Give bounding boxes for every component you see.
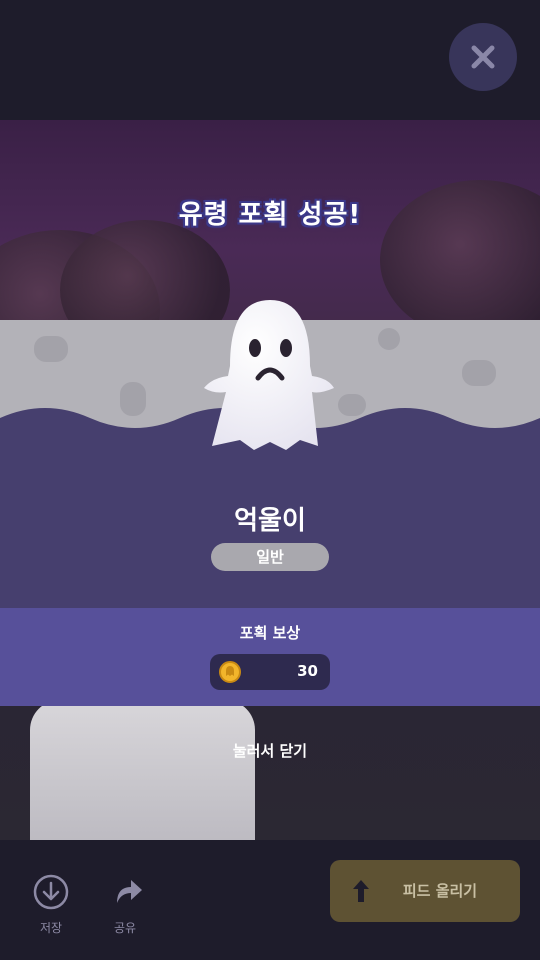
ghost-name: 억울이 (234, 506, 306, 536)
save-button[interactable]: 저장 (23, 873, 79, 935)
ghost-character (204, 300, 334, 450)
close-button[interactable] (449, 23, 517, 91)
upload-label: 피드 올리기 (402, 882, 478, 900)
share-arrow-icon (117, 880, 142, 903)
save-label: 저장 (39, 921, 63, 935)
close-icon (471, 45, 495, 69)
arrow-up-icon (353, 880, 369, 902)
reward-amount: 30 (297, 662, 318, 680)
ghost-coin-icon (219, 661, 241, 683)
download-icon (33, 874, 69, 910)
share-label: 공유 (113, 921, 137, 935)
reward-label: 포획 보상 (239, 624, 301, 642)
background-person (30, 700, 255, 840)
upload-to-feed-button[interactable]: 피드 올리기 (330, 860, 520, 922)
share-button[interactable]: 공유 (97, 873, 153, 935)
rarity-badge: 일반 (211, 543, 329, 571)
tap-to-close[interactable]: 눌러서 닫기 (0, 740, 540, 761)
capture-success-title: 유령 포획 성공! (178, 200, 362, 230)
